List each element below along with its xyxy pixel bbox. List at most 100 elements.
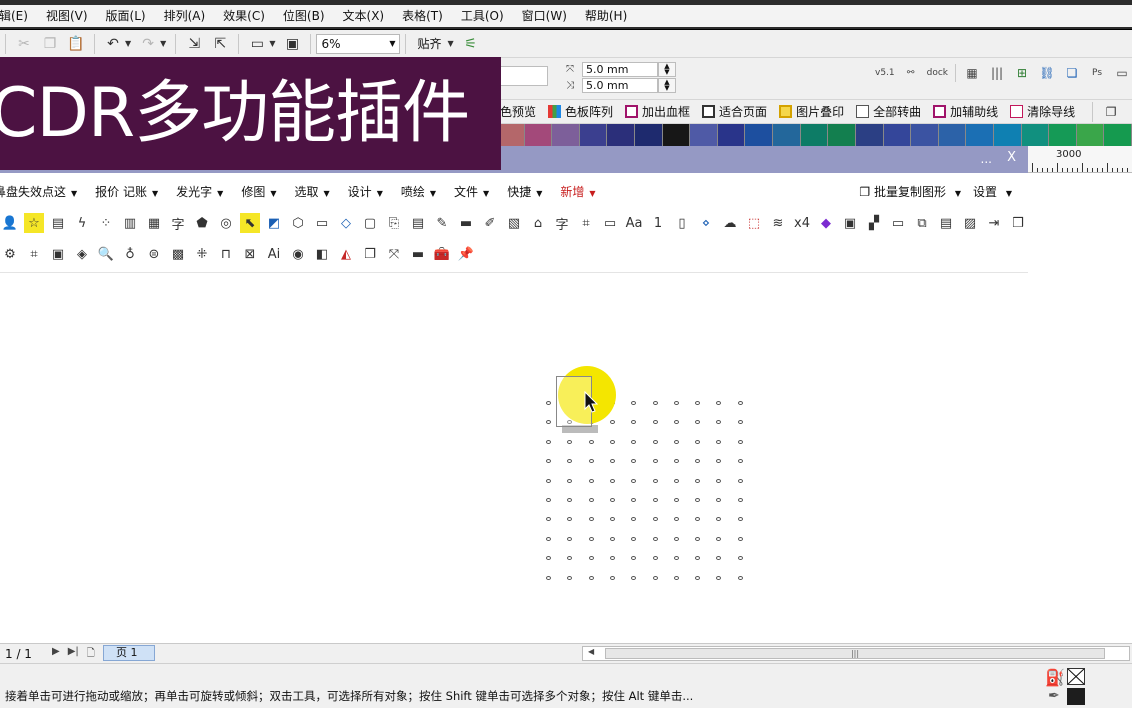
grid-dot[interactable] <box>695 575 701 580</box>
property-input[interactable] <box>498 66 548 86</box>
grid-dot[interactable] <box>631 459 637 464</box>
color-swatch[interactable] <box>1021 124 1050 146</box>
ring-icon[interactable]: ◎ <box>216 213 236 233</box>
zi-box-icon[interactable]: 字 <box>552 213 572 233</box>
crop-icon[interactable]: ⌗ <box>576 213 596 233</box>
blend-icon[interactable]: ◧ <box>312 244 332 264</box>
gear-icon[interactable]: ⚙ <box>0 244 20 264</box>
batch-copy-button[interactable]: ❐ 批量复制图形 ▼ <box>859 183 961 200</box>
hexagon-icon[interactable]: ⬡ <box>288 213 308 233</box>
bars-icon[interactable]: ▥ <box>120 213 140 233</box>
grid-icon[interactable]: ⁘ <box>96 213 116 233</box>
grid-dot[interactable] <box>716 498 722 502</box>
add-bleed-button[interactable]: 加出血框 <box>625 103 690 120</box>
export-icon[interactable]: ⇥ <box>984 213 1004 233</box>
grid-dot[interactable] <box>588 536 594 541</box>
grid-dot[interactable] <box>673 517 679 522</box>
barcode-icon[interactable]: ▦ <box>963 66 981 80</box>
grid-dot[interactable] <box>695 498 701 502</box>
color-swatch[interactable] <box>993 124 1022 146</box>
convert-all-curves-button[interactable]: 全部转曲 <box>856 103 921 120</box>
grid-dot[interactable] <box>695 536 701 541</box>
link-icon[interactable]: ⛓ <box>1038 66 1056 80</box>
fill-swatch-none[interactable] <box>1067 668 1085 685</box>
grid-dot[interactable] <box>652 459 658 464</box>
image-overprint-button[interactable]: 图片叠印 <box>779 103 844 120</box>
add-user-icon[interactable]: 👤 <box>0 213 20 233</box>
nudge-y-field[interactable]: ⤨ 5.0 mm ▲ ▼ <box>566 78 678 93</box>
grid-dot[interactable] <box>652 575 658 580</box>
apple-icon[interactable]: ♁ <box>120 244 140 264</box>
grid-dot[interactable] <box>546 401 551 405</box>
grid-dot[interactable] <box>567 536 573 541</box>
pdf-icon[interactable]: ▤ <box>48 213 68 233</box>
grid-dot[interactable] <box>695 401 701 405</box>
grid-dot[interactable] <box>588 459 594 464</box>
grid-dot[interactable] <box>737 536 743 541</box>
add-guides-button[interactable]: 加辅助线 <box>933 103 998 120</box>
grid-dot[interactable] <box>673 498 679 502</box>
menu-item[interactable]: 帮助(H) <box>576 5 636 27</box>
stamp-icon[interactable]: ⎘ <box>384 213 404 233</box>
color-swatch[interactable] <box>883 124 912 146</box>
doc-search-icon[interactable]: 🔍 <box>96 244 116 264</box>
plugin-menu-item[interactable]: 快捷 ▼ <box>507 183 542 200</box>
resize-icon[interactable]: ⤧ <box>384 244 404 264</box>
grid-dot[interactable] <box>737 439 743 444</box>
grid-dot[interactable] <box>631 575 637 580</box>
menu-item[interactable]: 视图(V) <box>37 5 97 27</box>
color-swatch[interactable] <box>635 124 663 146</box>
bmp-icon[interactable]: ◆ <box>816 213 836 233</box>
color-swatch[interactable] <box>938 124 967 146</box>
color-swatch[interactable] <box>911 124 939 146</box>
paste-icon[interactable]: ▨ <box>960 213 980 233</box>
ai-icon[interactable]: Ai <box>264 244 284 264</box>
pattern-icon[interactable]: ▩ <box>168 244 188 264</box>
redo-dropdown-icon[interactable]: ▼ <box>160 39 166 48</box>
grid-dot[interactable] <box>588 556 594 561</box>
color-swatch[interactable] <box>800 124 829 146</box>
fit-page-button[interactable]: 适合页面 <box>702 103 767 120</box>
plugin-menu-item[interactable]: 设计 ▼ <box>348 183 383 200</box>
grid-dot[interactable] <box>567 498 573 502</box>
grid-dot[interactable] <box>716 556 722 561</box>
equal-icon[interactable]: ⊜ <box>144 244 164 264</box>
grid-dot[interactable] <box>631 420 637 425</box>
grid-dot[interactable] <box>546 536 551 541</box>
pages-icon[interactable]: ❒ <box>1008 213 1028 233</box>
grid-dot[interactable] <box>652 478 658 483</box>
frame-icon[interactable]: ▦ <box>144 213 164 233</box>
drawing-canvas[interactable] <box>0 273 1132 643</box>
grid-dot[interactable] <box>631 401 637 405</box>
text-box-icon[interactable]: ▭ <box>888 213 908 233</box>
grid-dot[interactable] <box>673 439 679 444</box>
diamond-icon[interactable]: ◇ <box>336 213 356 233</box>
panel-icon[interactable]: ▬ <box>456 213 476 233</box>
menu-item[interactable]: 工具(O) <box>452 5 513 27</box>
grid-dot[interactable] <box>631 498 637 502</box>
grid-dot[interactable] <box>609 498 615 502</box>
nudge-x-field[interactable]: ⤧ 5.0 mm ▲ ▼ <box>566 62 678 77</box>
grid-dot[interactable] <box>695 478 701 483</box>
grid-dot[interactable] <box>673 459 679 464</box>
menu-item[interactable]: 窗口(W) <box>513 5 576 27</box>
crop-tool-icon[interactable]: ⌗ <box>24 244 44 264</box>
document-copy-icon[interactable]: ❏ <box>1063 66 1081 80</box>
grid-dot[interactable] <box>567 556 573 561</box>
grid-dot[interactable] <box>546 517 551 522</box>
pen-nib-icon[interactable]: ✒ <box>1048 688 1060 704</box>
color-swatch[interactable] <box>607 124 636 146</box>
color-swatch[interactable] <box>496 124 525 146</box>
export-icon[interactable]: ⇱ <box>209 33 231 55</box>
font-icon[interactable]: Aa <box>624 213 644 233</box>
duplicate-icon[interactable]: ❐ <box>360 244 380 264</box>
color-swatch[interactable] <box>745 124 774 146</box>
grid-dot[interactable] <box>588 575 594 580</box>
nudge-y-spinner[interactable]: ▲ ▼ <box>658 78 676 93</box>
last-page-icon[interactable]: ▶| <box>68 646 79 663</box>
grid-dot[interactable] <box>609 459 615 464</box>
plugin-menu-item[interactable]: 发光字 ▼ <box>176 183 223 200</box>
grid-dot[interactable] <box>737 575 743 580</box>
grid-dot[interactable] <box>609 439 615 444</box>
mesh-icon[interactable]: ⊠ <box>240 244 260 264</box>
